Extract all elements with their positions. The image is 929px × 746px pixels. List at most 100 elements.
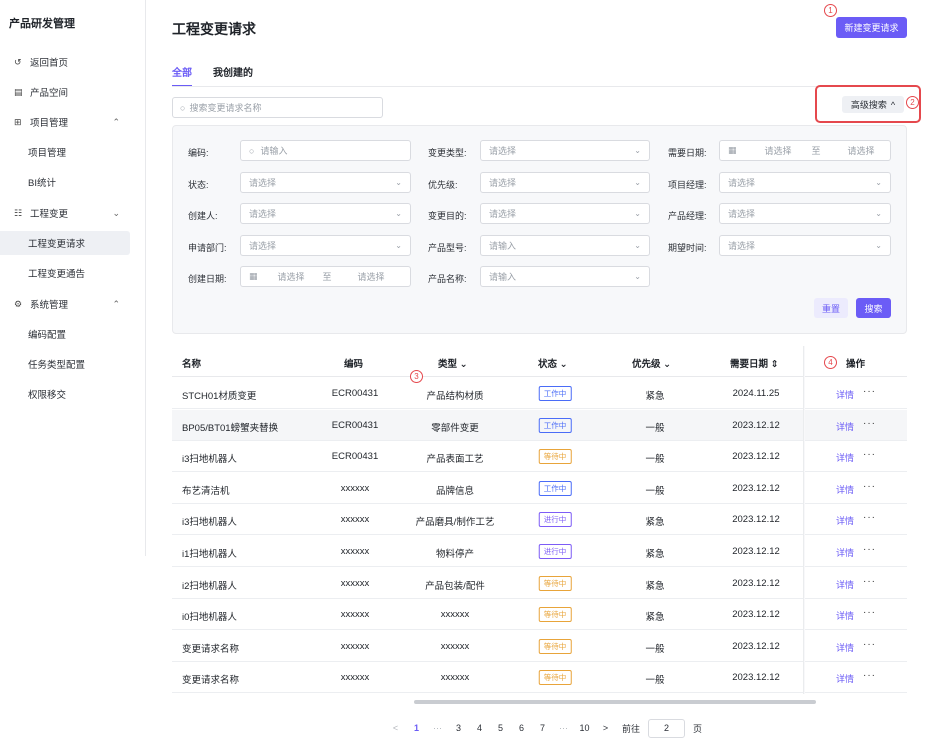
more-actions-icon[interactable]: ··· — [863, 418, 876, 429]
status-select[interactable]: 请选择 ⌄ — [240, 172, 411, 193]
sidebar-item-label: BI统计 — [28, 178, 56, 189]
created-date-range[interactable]: ▦ 请选择 至 请选择 — [240, 266, 411, 287]
cell-type: 产品包装/配件 — [425, 580, 485, 592]
annotation-marker-1: 1 — [824, 4, 837, 17]
chevron-up-icon[interactable]: ⌃ — [112, 117, 120, 128]
change-type-select[interactable]: 请选择 ⌄ — [480, 140, 650, 161]
sidebar-item-change-request[interactable]: 工程变更请求 — [0, 231, 130, 255]
detail-link[interactable]: 详情 — [836, 514, 854, 527]
search-button[interactable]: 搜索 — [856, 298, 891, 318]
sidebar-item-change-notice[interactable]: 工程变更通告 — [0, 261, 130, 285]
prev-page-icon[interactable]: < — [385, 723, 406, 733]
sidebar-item-system-management[interactable]: ⚙ 系统管理 ⌃ — [0, 292, 130, 316]
purpose-select[interactable]: 请选择 ⌄ — [480, 203, 650, 224]
detail-link[interactable]: 详情 — [836, 672, 854, 685]
product-manager-select[interactable]: 请选择 ⌄ — [719, 203, 891, 224]
model-placeholder: 请输入 — [489, 241, 517, 251]
sidebar-item-product-space[interactable]: ▤ 产品空间 — [0, 80, 130, 104]
table-row[interactable]: i3扫地机器人 xxxxxx 产品磨具/制作工艺 紧急 2023.12.12 进行中 详情 ·… — [172, 504, 907, 536]
detail-link[interactable]: 详情 — [836, 578, 854, 591]
table-row[interactable]: i2扫地机器人 xxxxxx 产品包装/配件 紧急 2023.12.12 等待中 详情 ··· — [172, 568, 907, 599]
column-header-status[interactable]: 状态 ⌄ — [538, 356, 568, 370]
sidebar-item-code-config[interactable]: 编码配置 — [0, 322, 130, 346]
sidebar-item-home[interactable]: ↺ 返回首页 — [0, 50, 130, 74]
table-row[interactable]: i0扫地机器人 xxxxxx xxxxxx 紧急 2023.12.12 等待中 详情 ··· — [172, 599, 907, 631]
more-actions-icon[interactable]: ··· — [863, 670, 876, 681]
code-input[interactable]: ○ 请输入 — [240, 140, 411, 161]
table-row[interactable]: 变更请求名称 xxxxxx xxxxxx 一般 2023.12.12 等待中 详情 ··· — [172, 631, 907, 662]
new-change-request-button[interactable]: 新建变更请求 — [836, 17, 907, 38]
page-number[interactable]: 7 — [532, 723, 553, 733]
pagination-ellipsis[interactable]: ··· — [427, 723, 448, 733]
tab-created-by-me[interactable]: 我创建的 — [213, 64, 253, 87]
sidebar-item-project-management-sub[interactable]: 项目管理 — [0, 140, 130, 164]
detail-link[interactable]: 详情 — [836, 609, 854, 622]
page-number[interactable]: 6 — [511, 723, 532, 733]
priority-placeholder: 请选择 — [489, 178, 517, 188]
product-name-select[interactable]: 请输入 ⌄ — [480, 266, 650, 287]
more-actions-icon[interactable]: ··· — [863, 386, 876, 397]
chevron-down-icon[interactable]: ⌄ — [112, 208, 120, 219]
page-number[interactable]: 4 — [469, 723, 490, 733]
detail-link[interactable]: 详情 — [836, 483, 854, 496]
page-number[interactable]: 10 — [574, 723, 595, 733]
page-number[interactable]: 5 — [490, 723, 511, 733]
status-badge: 等待中 — [538, 575, 572, 591]
detail-link[interactable]: 详情 — [836, 641, 854, 654]
goto-prefix: 前往 — [622, 723, 641, 734]
goto-page-input[interactable]: 2 — [648, 718, 686, 738]
department-select[interactable]: 请选择 ⌄ — [240, 235, 411, 256]
tab-all[interactable]: 全部 — [172, 64, 192, 87]
column-header-type[interactable]: 类型 ⌄ — [438, 356, 468, 370]
detail-link[interactable]: 详情 — [836, 546, 854, 559]
expected-time-select[interactable]: 请选择 ⌄ — [719, 235, 891, 256]
table-row[interactable]: i3扫地机器人 ECR00431 产品表面工艺 一般 2023.12.12 等待中 详情 ··… — [172, 441, 907, 473]
page-number[interactable]: 3 — [448, 723, 469, 733]
creator-select[interactable]: 请选择 ⌄ — [240, 203, 411, 224]
page-number[interactable]: 1 — [406, 723, 427, 733]
priority-select[interactable]: 请选择 ⌄ — [480, 172, 650, 193]
model-select[interactable]: 请输入 ⌄ — [480, 235, 650, 256]
cell-code: ECR00431 — [331, 388, 379, 399]
cell-name: STCH01材质变更 — [182, 391, 257, 402]
detail-link[interactable]: 详情 — [836, 420, 854, 433]
table-row[interactable]: 变更请求名称 xxxxxx xxxxxx 一般 2023.12.12 等待中 详情 ··· — [172, 662, 907, 694]
more-actions-icon[interactable]: ··· — [863, 639, 876, 650]
cell-code: xxxxxx — [340, 672, 370, 684]
sidebar-item-engineering-change[interactable]: ☷ 工程变更 ⌄ — [0, 201, 130, 225]
horizontal-scrollbar[interactable] — [414, 700, 816, 704]
column-header-date[interactable]: 需要日期 ⇕ — [730, 356, 779, 370]
column-header-priority[interactable]: 优先级 ⌄ — [632, 356, 671, 370]
sidebar-item-task-type-config[interactable]: 任务类型配置 — [0, 352, 130, 376]
advanced-search-button[interactable]: 高级搜索 ^ — [842, 96, 904, 113]
pagination-ellipsis[interactable]: ··· — [553, 723, 574, 733]
table-row[interactable]: i1扫地机器人 xxxxxx 物料停产 紧急 2023.12.12 进行中 详情 ··· — [172, 536, 907, 567]
sidebar-item-permission-transfer[interactable]: 权限移交 — [0, 382, 130, 406]
sidebar-item-project-management[interactable]: ⊞ 项目管理 ⌃ — [0, 110, 130, 134]
more-actions-icon[interactable]: ··· — [863, 576, 876, 587]
goto-suffix: 页 — [693, 723, 703, 734]
filter-label-expected-time: 期望时间: — [668, 243, 707, 253]
table-row[interactable]: STCH01材质变更 ECR00431 产品结构材质 紧急 2024.11.25 工作中 详… — [172, 378, 907, 409]
required-date-range[interactable]: ▦ 请选择 至 请选择 — [719, 140, 891, 161]
next-page-icon[interactable]: > — [595, 723, 616, 733]
cell-priority: 一般 — [645, 485, 665, 497]
more-actions-icon[interactable]: ··· — [863, 544, 876, 555]
reset-button[interactable]: 重置 — [814, 298, 848, 318]
status-badge: 工作中 — [538, 417, 572, 433]
chevron-up-icon[interactable]: ⌃ — [112, 299, 120, 310]
filter-label-code: 编码: — [188, 148, 209, 158]
project-manager-select[interactable]: 请选择 ⌄ — [719, 172, 891, 193]
search-input[interactable]: ○ 搜索变更请求名称 — [172, 97, 383, 118]
more-actions-icon[interactable]: ··· — [863, 607, 876, 618]
detail-link[interactable]: 详情 — [836, 451, 854, 464]
table-row[interactable]: BP05/BT01螃蟹夹替换 ECR00431 零部件变更 一般 2023.12.12 工… — [172, 409, 907, 441]
more-actions-icon[interactable]: ··· — [863, 481, 876, 492]
detail-link[interactable]: 详情 — [836, 388, 854, 401]
more-actions-icon[interactable]: ··· — [863, 512, 876, 523]
more-actions-icon[interactable]: ··· — [863, 449, 876, 460]
page-title: 工程变更请求 — [172, 21, 256, 37]
sidebar-item-bi-stats[interactable]: BI统计 — [0, 170, 130, 194]
chevron-down-icon: ⌄ — [875, 241, 882, 250]
table-row[interactable]: 布艺清洁机 xxxxxx 品牌信息 一般 2023.12.12 工作中 详情 ··· — [172, 473, 907, 504]
